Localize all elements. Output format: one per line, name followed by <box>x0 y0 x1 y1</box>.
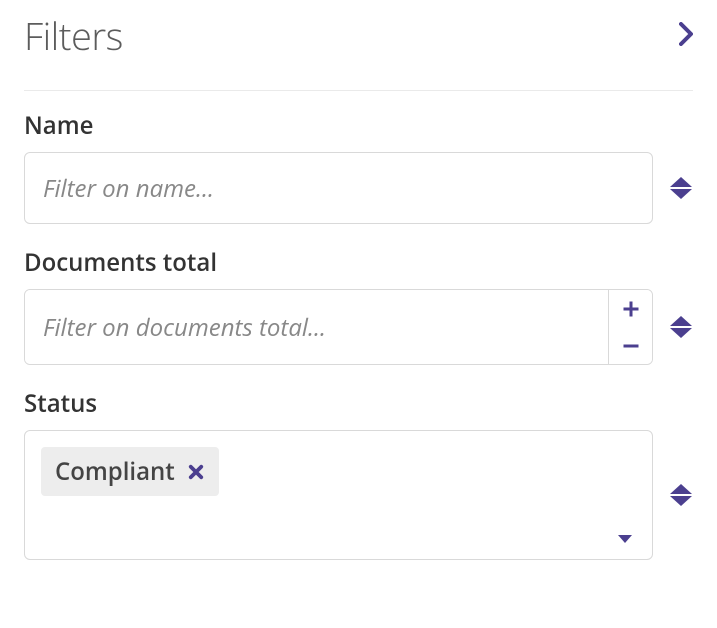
name-input[interactable] <box>24 152 653 224</box>
sort-up-icon <box>670 484 692 494</box>
documents-total-label: Documents total <box>24 246 693 279</box>
filter-group-name: Name <box>24 109 693 224</box>
documents-total-sort-toggle[interactable] <box>669 316 693 338</box>
status-dropdown-toggle[interactable] <box>618 535 632 543</box>
sort-down-icon <box>670 328 692 338</box>
filter-group-documents-total: Documents total <box>24 246 693 365</box>
status-tag-remove[interactable] <box>187 463 205 481</box>
filter-group-status: Status Compliant <box>24 387 693 560</box>
collapse-toggle[interactable] <box>679 22 693 51</box>
sort-up-icon <box>670 316 692 326</box>
documents-total-input-wrapper <box>24 289 653 365</box>
stepper-decrement[interactable] <box>609 327 652 364</box>
plus-icon <box>622 300 640 318</box>
numeric-stepper <box>608 290 652 364</box>
status-select[interactable]: Compliant <box>24 430 653 560</box>
documents-total-input[interactable] <box>25 290 608 364</box>
filters-header: Filters <box>24 10 693 91</box>
status-tag-label: Compliant <box>55 455 175 488</box>
name-sort-toggle[interactable] <box>669 177 693 199</box>
minus-icon <box>622 337 640 355</box>
status-tag: Compliant <box>41 447 219 496</box>
sort-down-icon <box>670 189 692 199</box>
name-label: Name <box>24 109 693 142</box>
status-sort-toggle[interactable] <box>669 484 693 506</box>
stepper-increment[interactable] <box>609 290 652 327</box>
close-icon <box>187 463 205 481</box>
page-title: Filters <box>24 10 123 62</box>
sort-up-icon <box>670 177 692 187</box>
sort-down-icon <box>670 496 692 506</box>
chevron-right-icon <box>679 22 693 46</box>
caret-down-icon <box>618 535 632 543</box>
status-label: Status <box>24 387 693 420</box>
